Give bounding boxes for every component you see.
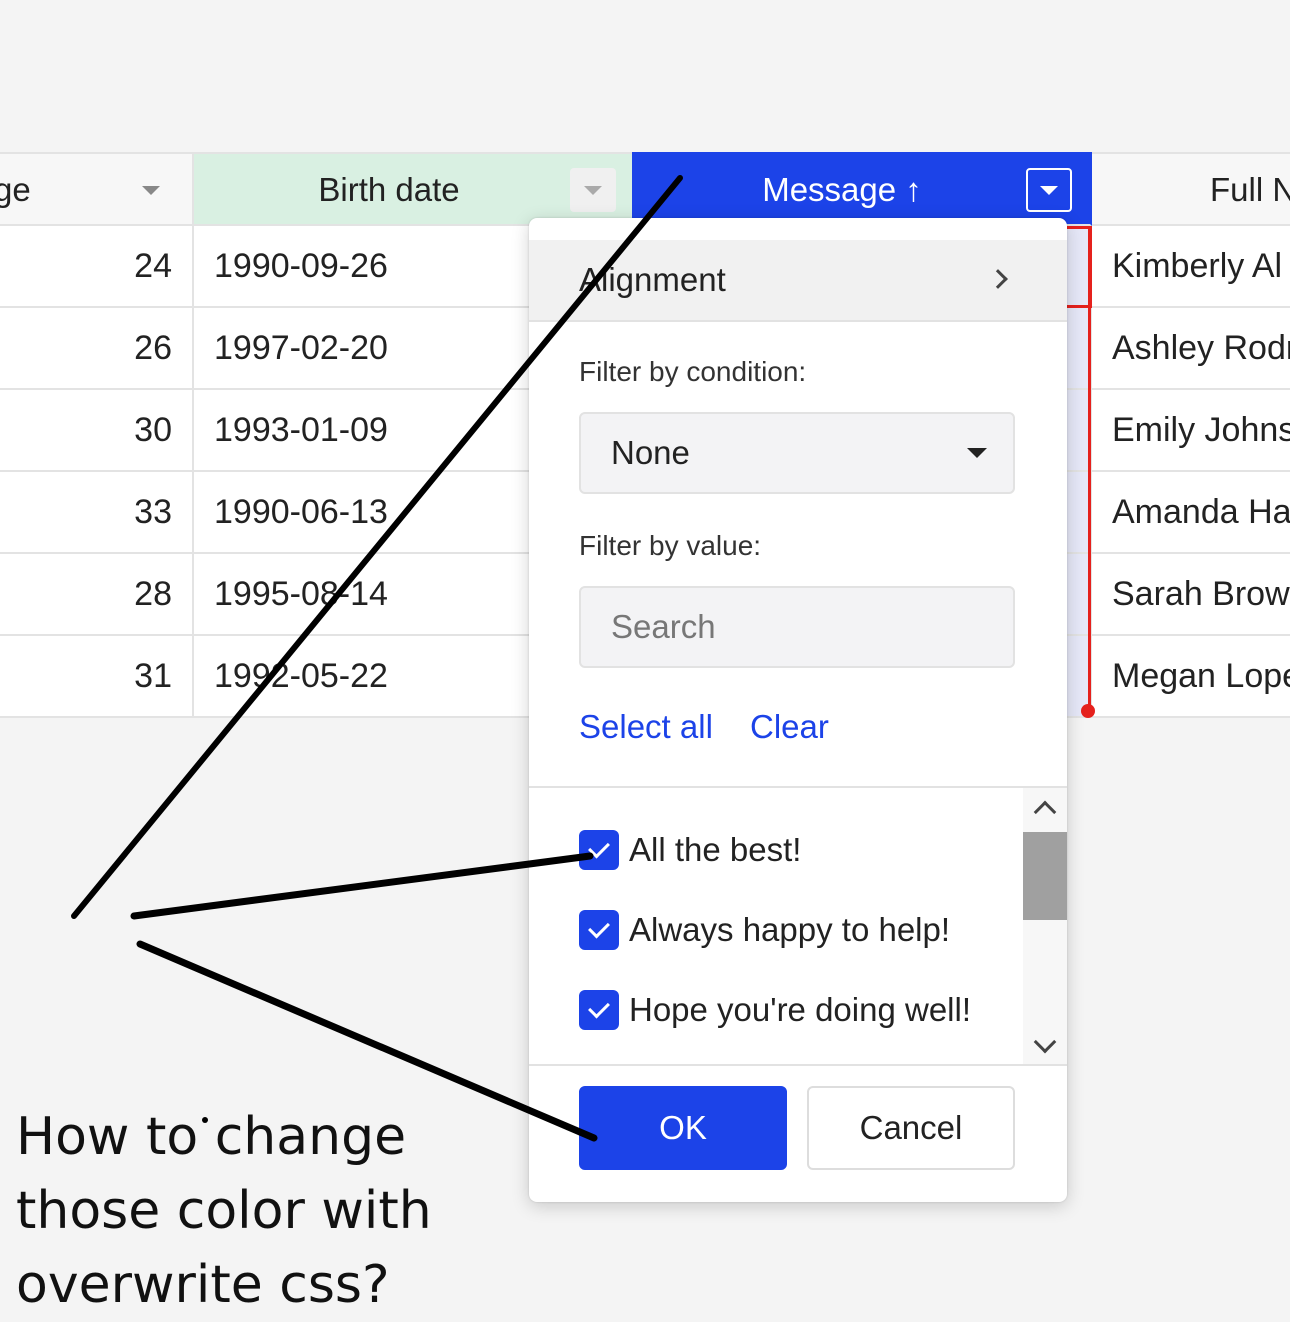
chevron-down-icon	[584, 186, 602, 195]
cell-age[interactable]: 28	[0, 554, 194, 636]
cell-age[interactable]: 33	[0, 472, 194, 554]
cell-full-name[interactable]: Kimberly Al	[1092, 226, 1290, 308]
cell-age[interactable]: 24	[0, 226, 194, 308]
condition-select[interactable]: None	[579, 412, 1015, 494]
filter-by-value-label: Filter by value:	[579, 530, 762, 561]
column-header-birth-date[interactable]: Birth date	[194, 152, 634, 226]
cancel-button[interactable]: Cancel	[807, 1086, 1015, 1170]
column-header-label: ge	[0, 171, 31, 208]
value-list-item-label: All the best!	[629, 831, 802, 868]
ok-button[interactable]: OK	[579, 1086, 787, 1170]
menu-item-label: Alignment	[579, 261, 726, 298]
condition-select-value: None	[611, 434, 690, 471]
filter-by-condition-label: Filter by condition:	[579, 356, 807, 387]
scrollbar-thumb[interactable]	[1023, 832, 1067, 920]
chevron-right-icon	[988, 269, 1008, 289]
checkbox-checked-icon[interactable]	[579, 910, 619, 950]
column-header-label: Message ↑	[762, 171, 922, 208]
column-header-label: Birth date	[318, 171, 460, 208]
chevron-down-icon	[1040, 186, 1058, 195]
column-header-message[interactable]: Message ↑	[632, 152, 1092, 226]
selection-fill-handle[interactable]	[1081, 704, 1095, 718]
column-header-age[interactable]: ge	[0, 152, 194, 226]
cell-full-name[interactable]: Sarah Brow	[1092, 554, 1290, 636]
checkbox-checked-icon[interactable]	[579, 830, 619, 870]
checkbox-checked-icon[interactable]	[579, 990, 619, 1030]
value-list-item-label: Always happy to help!	[629, 911, 951, 948]
column-filter-menu: Alignment Filter by condition: None Filt…	[529, 218, 1067, 1202]
value-list-item-label: Hope you're doing well!	[629, 991, 972, 1028]
scrollbar-track[interactable]	[1023, 788, 1067, 1064]
cell-age[interactable]: 30	[0, 390, 194, 472]
search-input[interactable]	[579, 586, 1015, 668]
divider	[529, 1064, 1067, 1066]
spreadsheet-screen: ge Birth date Message ↑ Full N 24 1990-0…	[0, 0, 1290, 1322]
cell-full-name[interactable]: Megan Lope	[1092, 636, 1290, 718]
annotation-question: How to change those color with overwrite…	[16, 1107, 432, 1315]
select-all-link[interactable]: Select all	[579, 708, 713, 746]
cell-full-name[interactable]: Ashley Rodr	[1092, 308, 1290, 390]
column-header-label: Full N	[1210, 171, 1290, 208]
menu-item-alignment[interactable]: Alignment	[529, 240, 1067, 322]
column-menu-button[interactable]	[570, 168, 616, 212]
value-list: All the best! Always happy to help! Hope…	[529, 788, 1067, 1064]
clear-link[interactable]: Clear	[750, 708, 829, 746]
cell-full-name[interactable]: Amanda Ha	[1092, 472, 1290, 554]
chevron-down-icon[interactable]	[142, 186, 160, 195]
cell-age[interactable]: 26	[0, 308, 194, 390]
cell-full-name[interactable]: Emily Johns	[1092, 390, 1290, 472]
annotation-line	[130, 852, 594, 920]
column-header-full-name[interactable]: Full N	[1092, 152, 1290, 226]
chevron-down-icon	[967, 448, 987, 458]
selection-active-cell	[1067, 226, 1092, 308]
cell-age[interactable]: 31	[0, 636, 194, 718]
column-menu-button[interactable]	[1026, 168, 1072, 212]
